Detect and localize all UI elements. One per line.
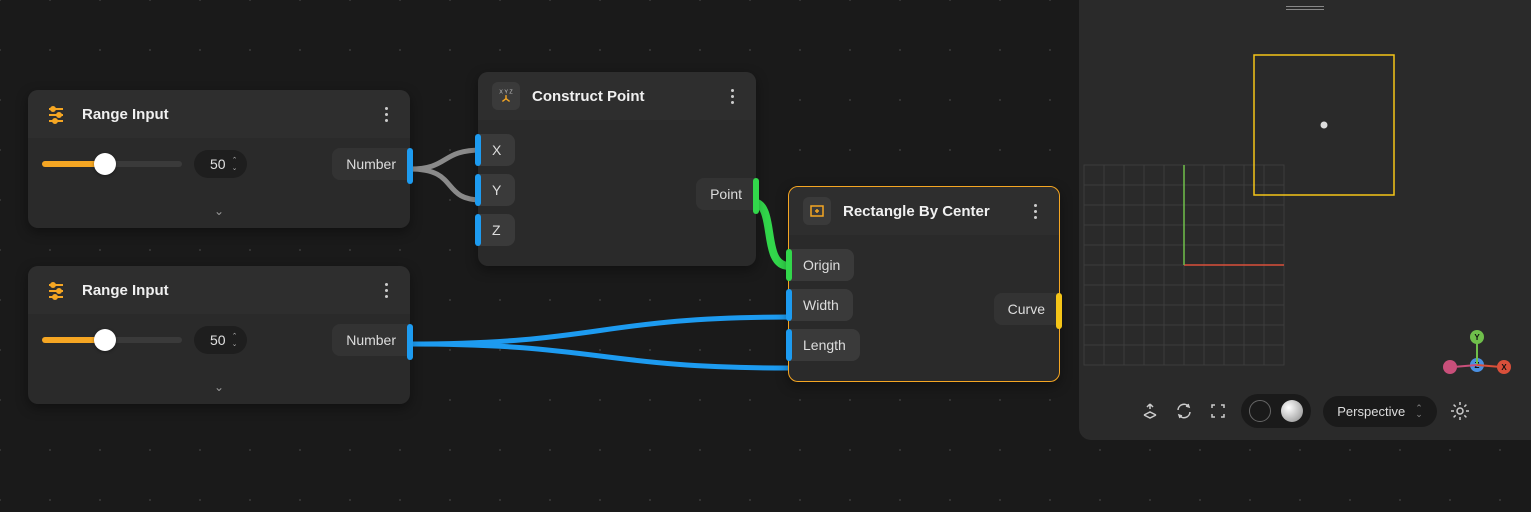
output-label: Number [346, 332, 396, 348]
output-port-number[interactable]: Number [332, 324, 410, 356]
node-construct-point[interactable]: X Y Z Construct Point X Y Z Point [478, 72, 756, 266]
node-rectangle-by-center[interactable]: Rectangle By Center Origin Width Length … [788, 186, 1060, 382]
stepper-up-icon[interactable]: ⌃ [232, 157, 238, 164]
output-label: Curve [1008, 301, 1045, 317]
node-header: X Y Z Construct Point [478, 72, 756, 120]
number-input[interactable]: 50 ⌃⌄ [194, 150, 247, 178]
stepper[interactable]: ⌃⌄ [232, 333, 238, 348]
node-menu-button[interactable] [722, 86, 742, 106]
input-label: X [478, 134, 515, 166]
port-marker [1056, 293, 1062, 329]
node-canvas[interactable]: Range Input 50 ⌃⌄ Number ⌄ [0, 0, 1531, 512]
node-header: Rectangle By Center [789, 187, 1059, 235]
stepper-up-icon[interactable]: ⌃ [232, 333, 238, 340]
expand-chevron-icon[interactable]: ⌄ [28, 198, 410, 228]
slider-thumb[interactable] [94, 153, 116, 175]
number-value: 50 [210, 332, 226, 348]
node-range-input-1[interactable]: Range Input 50 ⌃⌄ Number ⌄ [28, 90, 410, 228]
node-header: Range Input [28, 90, 410, 138]
number-value: 50 [210, 156, 226, 172]
output-port-number[interactable]: Number [332, 148, 410, 180]
view-mode-label: Perspective [1337, 404, 1405, 419]
stepper-down-icon[interactable]: ⌄ [232, 165, 238, 172]
shaded-mode-icon[interactable] [1281, 400, 1303, 422]
viewport-toolbar: Perspective ⌃⌄ [1079, 394, 1531, 428]
stepper-down-icon[interactable]: ⌄ [232, 341, 238, 348]
sliders-icon [42, 276, 70, 304]
select-arrows-icon: ⌃⌄ [1415, 405, 1423, 417]
output-port-curve[interactable]: Curve [994, 293, 1059, 325]
node-menu-button[interactable] [1025, 201, 1045, 221]
port-marker [786, 329, 792, 361]
input-label: Z [478, 214, 515, 246]
port-marker [407, 148, 413, 184]
port-marker [475, 174, 481, 206]
input-label: Y [478, 174, 515, 206]
fit-view-icon[interactable] [1139, 400, 1161, 422]
node-title: Rectangle By Center [843, 203, 1013, 220]
node-header: Range Input [28, 266, 410, 314]
rectangle-center-icon [803, 197, 831, 225]
expand-chevron-icon[interactable]: ⌄ [28, 374, 410, 404]
input-label: Length [789, 329, 860, 361]
node-title: Construct Point [532, 88, 710, 105]
slider[interactable] [42, 337, 182, 343]
node-range-input-2[interactable]: Range Input 50 ⌃⌄ Number ⌄ [28, 266, 410, 404]
port-marker [475, 134, 481, 166]
settings-gear-icon[interactable] [1449, 400, 1471, 422]
viewport-panel[interactable]: Y Z X Perspective ⌃⌄ [1079, 0, 1531, 440]
slider[interactable] [42, 161, 182, 167]
input-label: Width [789, 289, 853, 321]
output-label: Number [346, 156, 396, 172]
refresh-icon[interactable] [1173, 400, 1195, 422]
output-port-point[interactable]: Point [696, 178, 756, 210]
input-port-z[interactable]: Z [478, 214, 756, 246]
port-marker [786, 289, 792, 321]
node-title: Range Input [82, 106, 364, 123]
input-port-x[interactable]: X [478, 134, 756, 166]
xyz-icon: X Y Z [492, 82, 520, 110]
node-menu-button[interactable] [376, 104, 396, 124]
svg-text:X Y Z: X Y Z [499, 89, 513, 95]
stepper[interactable]: ⌃⌄ [232, 157, 238, 172]
wireframe-mode-icon[interactable] [1249, 400, 1271, 422]
axes-gizmo[interactable]: Y Z X [1437, 330, 1517, 380]
number-input[interactable]: 50 ⌃⌄ [194, 326, 247, 354]
viewport-scene[interactable] [1079, 0, 1531, 370]
input-label: Origin [789, 249, 854, 281]
node-title: Range Input [82, 282, 364, 299]
node-menu-button[interactable] [376, 280, 396, 300]
input-port-length[interactable]: Length [789, 329, 1059, 361]
port-marker [786, 249, 792, 281]
sliders-icon [42, 100, 70, 128]
port-marker [753, 178, 759, 214]
input-port-origin[interactable]: Origin [789, 249, 1059, 281]
port-marker [407, 324, 413, 360]
fullscreen-icon[interactable] [1207, 400, 1229, 422]
output-label: Point [710, 186, 742, 202]
port-marker [475, 214, 481, 246]
view-mode-select[interactable]: Perspective ⌃⌄ [1323, 396, 1436, 427]
slider-thumb[interactable] [94, 329, 116, 351]
shading-toggle[interactable] [1241, 394, 1311, 428]
